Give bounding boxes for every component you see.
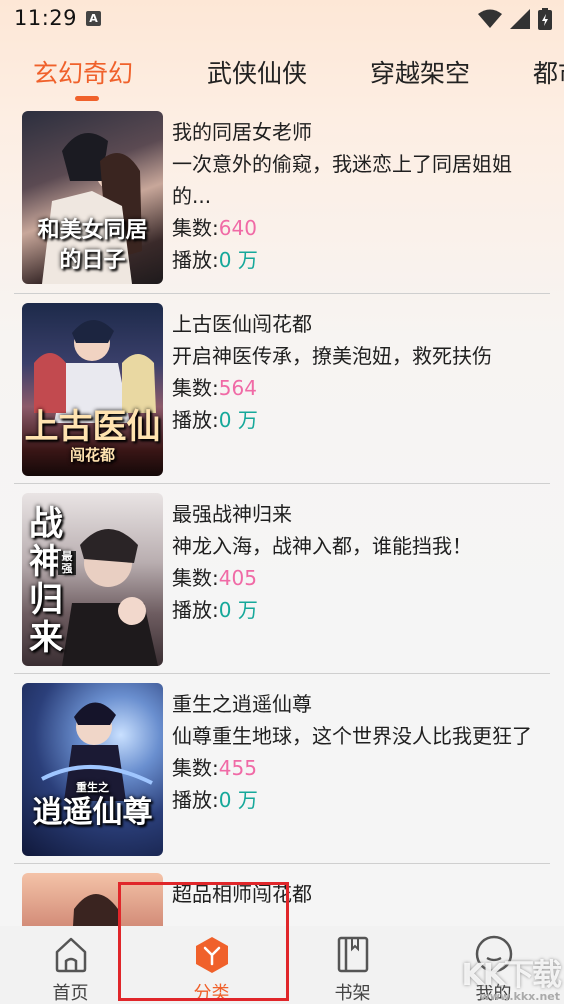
- bookshelf-icon: [337, 936, 368, 973]
- status-bar: 11:29 A: [0, 0, 564, 40]
- highlight-annotation: [118, 882, 289, 1001]
- nav-bookshelf-label: 书架: [334, 983, 371, 1004]
- plays-label: 播放:: [172, 408, 219, 432]
- book-item[interactable]: 和美女同居的日子 我的同居女老师 一次意外的偷窥，我迷恋上了同居姐姐的... 集…: [14, 102, 550, 294]
- cover-subtitle: 重生之: [76, 781, 109, 794]
- tab-chuanyue[interactable]: 穿越架空: [370, 54, 470, 90]
- episodes-label: 集数:: [172, 216, 219, 240]
- book-cover[interactable]: 战神归来 最强: [22, 493, 163, 666]
- battery-icon: [538, 8, 552, 30]
- plays-count: 0 万: [218, 248, 258, 272]
- episodes-count: 455: [218, 756, 257, 780]
- book-cover[interactable]: 重生之 逍遥仙尊: [22, 683, 163, 856]
- episodes-label: 集数:: [172, 566, 219, 590]
- book-item[interactable]: 重生之 逍遥仙尊 重生之逍遥仙尊 仙尊重生地球，这个世界没人比我更狂了 集数:4…: [14, 674, 550, 864]
- episodes-count: 405: [218, 566, 257, 590]
- notification-badge-icon: A: [86, 11, 101, 26]
- plays-count: 0 万: [218, 408, 258, 432]
- plays-label: 播放:: [172, 248, 219, 272]
- home-icon: [55, 937, 86, 973]
- book-title: 我的同居女老师: [172, 120, 312, 144]
- cover-title: 上古医仙: [24, 407, 161, 447]
- episodes-label: 集数:: [172, 756, 219, 780]
- book-info: 上古医仙闯花都 开启神医传承，撩美泡妞，救死扶伤 集数:564 播放:0 万: [172, 308, 550, 436]
- book-info: 重生之逍遥仙尊 仙尊重生地球，这个世界没人比我更狂了 集数:455 播放:0 万: [172, 688, 550, 816]
- plays-row: 播放:0 万: [172, 784, 550, 816]
- tab-dushi[interactable]: 都市: [533, 54, 564, 90]
- plays-count: 0 万: [218, 598, 258, 622]
- wifi-icon: [478, 9, 502, 28]
- signal-icon: [510, 9, 530, 29]
- episodes-row: 集数:564: [172, 372, 550, 404]
- cover-subtitle: 最强: [58, 551, 76, 575]
- book-item[interactable]: 战神归来 最强 最强战神归来 神龙入海，战神入都，谁能挡我！ 集数:405 播放…: [14, 484, 550, 674]
- book-description: 仙尊重生地球，这个世界没人比我更狂了: [172, 724, 532, 748]
- book-list: 和美女同居的日子 我的同居女老师 一次意外的偷窥，我迷恋上了同居姐姐的... 集…: [14, 102, 550, 926]
- plays-row: 播放:0 万: [172, 244, 550, 276]
- book-description: 神龙入海，战神入都，谁能挡我！: [172, 534, 472, 558]
- episodes-row: 集数:455: [172, 752, 550, 784]
- tab-xuanhuan[interactable]: 玄幻奇幻: [33, 54, 133, 90]
- tab-wuxia[interactable]: 武侠仙侠: [207, 54, 307, 90]
- plays-label: 播放:: [172, 598, 219, 622]
- cover-title: 和美女同居的日子: [37, 217, 148, 273]
- book-title: 上古医仙闯花都: [172, 312, 312, 336]
- book-description: 一次意外的偷窥，我迷恋上了同居姐姐的...: [172, 152, 512, 208]
- episodes-count: 564: [218, 376, 257, 400]
- book-info: 最强战神归来 神龙入海，战神入都，谁能挡我！ 集数:405 播放:0 万: [172, 498, 550, 626]
- plays-label: 播放:: [172, 788, 219, 812]
- book-cover[interactable]: 和美女同居的日子: [22, 111, 163, 284]
- book-cover[interactable]: 上古医仙 闯花都: [22, 303, 163, 476]
- plays-row: 播放:0 万: [172, 404, 550, 436]
- episodes-row: 集数:405: [172, 562, 550, 594]
- book-title: 最强战神归来: [172, 502, 292, 526]
- watermark: KK下载 www.kkx.net: [461, 950, 562, 1003]
- book-description: 开启神医传承，撩美泡妞，救死扶伤: [172, 344, 492, 368]
- episodes-count: 640: [218, 216, 257, 240]
- nav-bookshelf[interactable]: 书架: [282, 926, 423, 1004]
- status-icons: [478, 8, 552, 30]
- cover-title: 逍遥仙尊: [32, 795, 153, 830]
- book-item[interactable]: 上古医仙 闯花都 上古医仙闯花都 开启神医传承，撩美泡妞，救死扶伤 集数:564…: [14, 294, 550, 484]
- cover-title: 战神归来: [29, 504, 63, 658]
- cover-subtitle: 闯花都: [69, 446, 115, 464]
- watermark-text: KK下载: [461, 958, 562, 993]
- book-info: 我的同居女老师 一次意外的偷窥，我迷恋上了同居姐姐的... 集数:640 播放:…: [172, 116, 550, 276]
- episodes-label: 集数:: [172, 376, 219, 400]
- book-title: 重生之逍遥仙尊: [172, 692, 312, 716]
- status-time: 11:29: [14, 6, 78, 30]
- category-tabs: 玄幻奇幻 武侠仙侠 穿越架空 都市: [0, 46, 564, 102]
- tab-indicator: [75, 96, 99, 101]
- plays-count: 0 万: [218, 788, 258, 812]
- episodes-row: 集数:640: [172, 212, 550, 244]
- plays-row: 播放:0 万: [172, 594, 550, 626]
